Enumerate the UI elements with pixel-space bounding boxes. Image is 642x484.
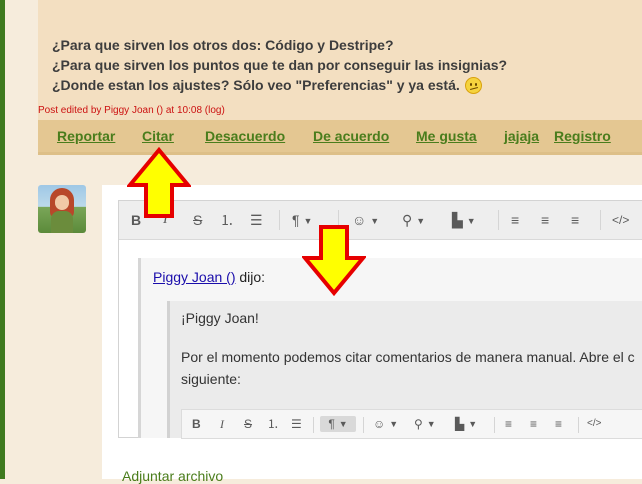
ordered-list-icon[interactable]: ⒈ xyxy=(220,211,234,229)
report-button[interactable]: Reportar xyxy=(57,128,115,144)
agree-button[interactable]: De acuerdo xyxy=(313,128,389,144)
editor-toolbar: B I S ⒈ ☰ ¶ ▼ ☺ ▼ ⚲ ▼ ▙ ▼ ≡ ≡ ≡ </> xyxy=(119,201,642,240)
link-button[interactable]: ⚲ ▼ xyxy=(402,211,425,229)
align-left-button[interactable]: ≡ xyxy=(511,211,519,229)
disagree-button[interactable]: Desacuerdo xyxy=(205,128,285,144)
arrow-up-icon xyxy=(127,147,191,218)
post-line-3: ¿Donde estan los ajustes? Sólo veo "Pref… xyxy=(52,75,507,95)
quoted-ordered-list-icon: ⒈ xyxy=(267,417,280,431)
quote-button[interactable]: Citar xyxy=(142,128,174,144)
quote-body-line-1: Por el momento podemos citar comentarios… xyxy=(181,349,635,365)
quoted-strikethrough-icon: S xyxy=(244,417,253,431)
attach-file-link[interactable]: Adjuntar archivo xyxy=(122,468,223,484)
quoted-italic-icon: I xyxy=(220,417,224,431)
file-upload-button[interactable]: ▙ ▼ xyxy=(452,211,476,229)
quoted-editor-toolbar: B I S ⒈ ☰ ¶ ▼ ☺ ▼ ⚲ ▼ ▙ ▼ ≡ ≡ ≡ </> xyxy=(181,409,642,439)
code-view-button[interactable]: </> xyxy=(612,211,629,229)
quote-attribution: Piggy Joan () dijo: xyxy=(153,269,266,285)
quote-greeting: ¡Piggy Joan! xyxy=(181,310,259,326)
strikethrough-button[interactable]: S xyxy=(193,211,202,229)
quoted-bold-icon: B xyxy=(192,417,201,431)
lol-button[interactable]: jajaja xyxy=(504,128,539,144)
quoted-paragraph-icon: ¶ ▼ xyxy=(320,416,356,432)
edited-user-link[interactable]: Piggy Joan () xyxy=(104,105,163,116)
avatar[interactable] xyxy=(38,185,86,233)
quoted-toolbar-divider xyxy=(363,417,364,433)
toolbar-divider xyxy=(498,210,499,230)
toolbar-divider xyxy=(600,210,601,230)
quoted-align-center-icon: ≡ xyxy=(530,417,538,431)
quoted-link-icon: ⚲ ▼ xyxy=(414,417,436,431)
align-right-button[interactable]: ≡ xyxy=(571,211,579,229)
post-line-1: ¿Para que sirven los otros dos: Código y… xyxy=(52,37,394,53)
quoted-emoji-icon: ☺ ▼ xyxy=(373,417,399,431)
align-center-button[interactable]: ≡ xyxy=(541,211,549,229)
toolbar-divider xyxy=(279,210,280,230)
post-text: ¿Para que sirven los otros dos: Código y… xyxy=(52,35,507,95)
quoted-align-right-icon: ≡ xyxy=(555,417,563,431)
log-button[interactable]: Registro xyxy=(554,128,611,144)
arrow-down-icon xyxy=(302,225,366,296)
quoted-toolbar-divider xyxy=(494,417,495,433)
quoted-code-icon: </> xyxy=(587,418,602,429)
quoted-file-icon: ▙ ▼ xyxy=(455,417,478,431)
post-line-2: ¿Para que sirven los puntos que te dan p… xyxy=(52,57,508,73)
quoted-toolbar-divider xyxy=(313,417,314,433)
like-button[interactable]: Me gusta xyxy=(416,128,477,144)
left-accent-bar xyxy=(0,0,5,479)
quoted-toolbar-divider xyxy=(578,417,579,433)
post-edited-note: Post edited by Piggy Joan () at 10:08 (l… xyxy=(38,105,225,116)
quote-body-line-2: siguiente: xyxy=(181,371,241,387)
bullet-list-icon[interactable]: ☰ xyxy=(250,211,263,229)
confused-emoji-icon xyxy=(464,77,482,94)
quote-author-link[interactable]: Piggy Joan () xyxy=(153,269,235,285)
quoted-align-left-icon: ≡ xyxy=(505,417,513,431)
quoted-bullet-list-icon: ☰ xyxy=(291,417,302,431)
